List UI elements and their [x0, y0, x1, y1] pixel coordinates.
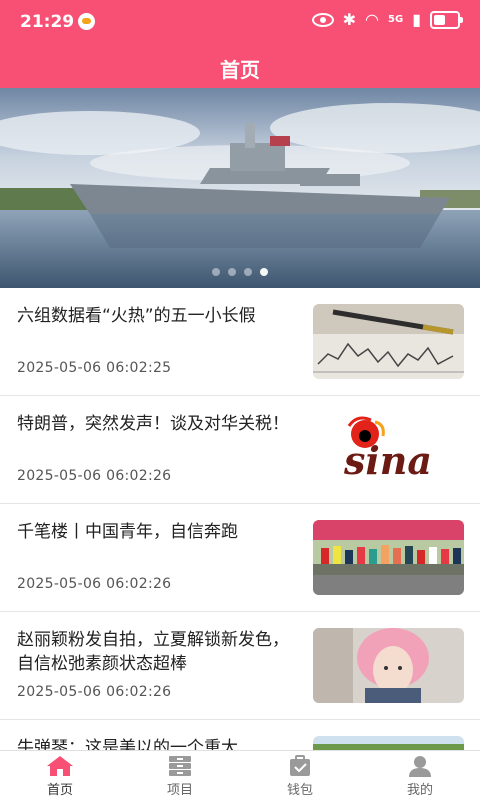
news-list: 六组数据看“火热”的五一小长假 2025-05-06 06:02:25 特朗普，…: [0, 288, 480, 750]
news-date: 2025-05-06 06:02:26: [17, 468, 172, 484]
status-icons: ✱ ◠ 5G ▮: [311, 10, 463, 29]
news-thumbnail: [313, 628, 464, 703]
page-title: 首页: [220, 58, 260, 82]
profile-icon: [409, 756, 431, 777]
bottom-navigation: 首页 项目 钱包 我的: [0, 750, 480, 801]
nav-label-home: 首页: [46, 783, 73, 798]
title-bar: 首页: [0, 44, 480, 88]
network-type: 5G: [388, 14, 404, 25]
nav-projects[interactable]: 项目: [120, 751, 240, 801]
bluetooth-icon: ✱: [342, 10, 357, 29]
nav-label-profile: 我的: [406, 783, 433, 798]
carousel-dot[interactable]: [228, 268, 236, 276]
sina-logo: sina: [313, 412, 464, 487]
wallet-icon: [290, 755, 310, 776]
news-title: 千笔楼丨中国青年，自信奔跑: [17, 522, 238, 542]
wifi-icon: ◠: [365, 10, 380, 29]
banner-carousel[interactable]: [0, 88, 480, 288]
marathon-image: [313, 520, 464, 595]
signal-icon: ▮: [412, 10, 421, 29]
landscape-image: [313, 736, 464, 750]
carousel-indicators: [0, 268, 480, 276]
carousel-dot-active[interactable]: [260, 268, 268, 276]
news-title: 特朗普，突然发声！谈及对华关税！: [17, 414, 289, 434]
news-date: 2025-05-06 06:02:26: [17, 576, 172, 592]
nav-wallet[interactable]: 钱包: [240, 751, 360, 801]
news-title: 牛弹琴：这是美以的一个重大: [17, 738, 238, 750]
news-thumbnail: [313, 520, 464, 595]
list-icon: [169, 756, 191, 776]
sina-wordmark: sina: [343, 438, 432, 483]
eye-icon: [311, 13, 334, 27]
portrait-image: [313, 628, 464, 703]
nav-label-projects: 项目: [166, 783, 193, 798]
list-item[interactable]: 六组数据看“火热”的五一小长假 2025-05-06 06:02:25: [0, 288, 480, 396]
home-icon: [47, 756, 73, 776]
news-thumbnail: [313, 736, 464, 750]
banner-image: [0, 88, 480, 288]
nav-home[interactable]: 首页: [0, 751, 120, 801]
news-title: 六组数据看“火热”的五一小长假: [17, 306, 256, 326]
news-thumbnail: sina: [313, 412, 464, 487]
nav-profile[interactable]: 我的: [360, 751, 480, 801]
battery-icon: [430, 11, 463, 29]
news-title: 赵丽颖粉发自拍，立夏解锁新发色，自信松弛素颜状态超棒: [17, 630, 289, 674]
carousel-dot[interactable]: [244, 268, 252, 276]
news-thumbnail: [313, 304, 464, 379]
news-date: 2025-05-06 06:02:26: [17, 684, 172, 700]
status-time: 21:29: [20, 12, 75, 32]
carousel-dot[interactable]: [212, 268, 220, 276]
news-date: 2025-05-06 06:02:25: [17, 360, 172, 376]
status-bar: 21:29 ✱ ◠ 5G ▮: [0, 0, 480, 44]
list-item[interactable]: 牛弹琴：这是美以的一个重大: [0, 720, 480, 750]
nav-label-wallet: 钱包: [286, 783, 313, 798]
list-item[interactable]: 千笔楼丨中国青年，自信奔跑 2025-05-06 06:02:26: [0, 504, 480, 612]
finance-chart-image: [313, 304, 464, 379]
list-item[interactable]: 特朗普，突然发声！谈及对华关税！ 2025-05-06 06:02:26 sin…: [0, 396, 480, 504]
app-notification-icon: [78, 13, 95, 30]
list-item[interactable]: 赵丽颖粉发自拍，立夏解锁新发色，自信松弛素颜状态超棒 2025-05-06 06…: [0, 612, 480, 720]
